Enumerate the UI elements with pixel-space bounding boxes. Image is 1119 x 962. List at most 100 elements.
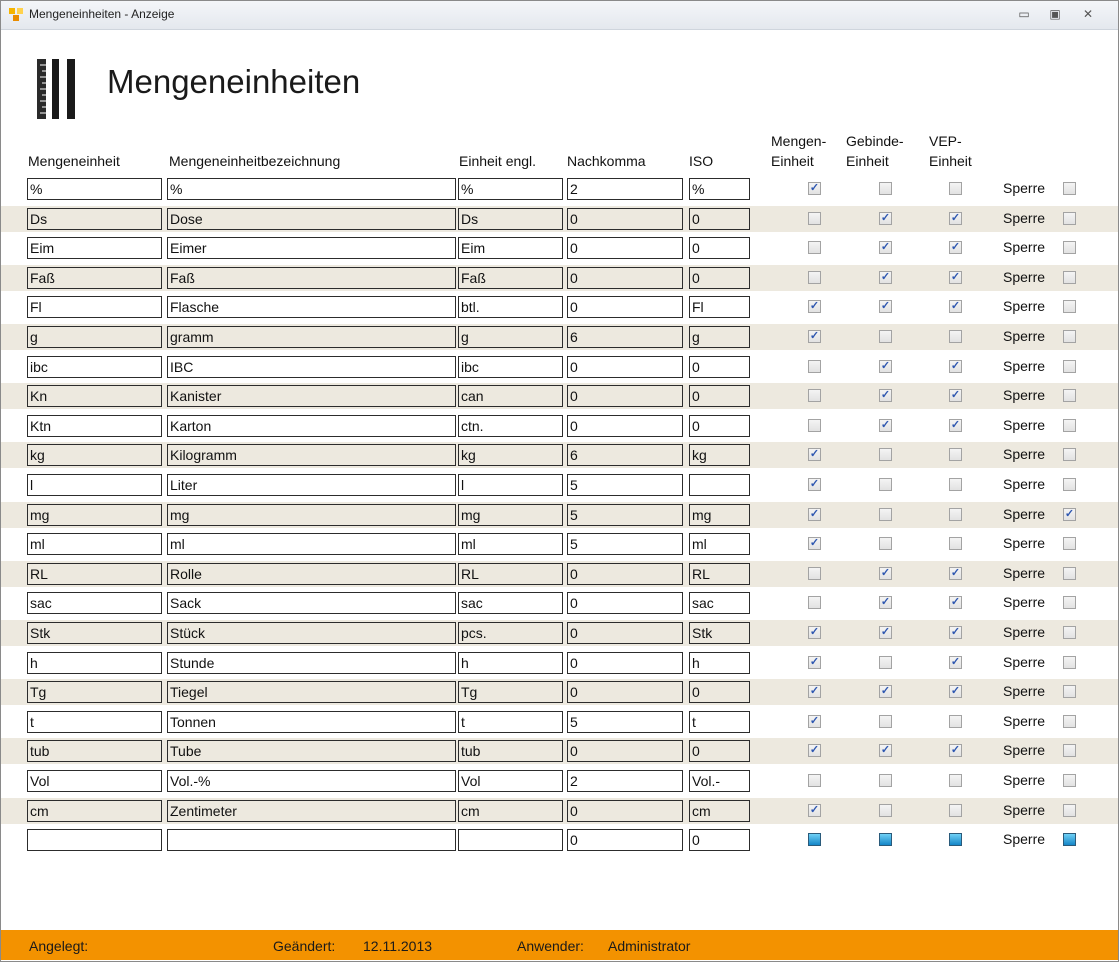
checkbox-vep[interactable] — [949, 182, 962, 195]
checkbox-mengen[interactable]: ✓ — [808, 448, 821, 462]
checkbox-gebinde[interactable]: ✓ — [879, 418, 892, 432]
field-name[interactable]: mg — [167, 503, 456, 526]
field-decimals[interactable]: 0 — [567, 296, 683, 319]
field-name[interactable] — [167, 829, 456, 852]
field-decimals[interactable]: 6 — [567, 444, 683, 467]
checkbox-mengen[interactable] — [808, 833, 821, 847]
field-unit[interactable]: kg — [27, 444, 162, 467]
checkbox-vep[interactable] — [949, 714, 962, 728]
checkbox-sperre[interactable] — [1063, 270, 1076, 284]
field-name[interactable]: ml — [167, 533, 456, 556]
field-iso[interactable]: sac — [689, 592, 750, 615]
field-decimals[interactable]: 0 — [567, 266, 683, 289]
field-unit[interactable]: tub — [27, 740, 162, 763]
field-unit[interactable] — [27, 829, 162, 852]
checkbox-sperre[interactable] — [1063, 359, 1076, 373]
field-unit[interactable]: Tg — [27, 681, 162, 704]
field-english[interactable]: Tg — [458, 681, 563, 704]
field-english[interactable]: ibc — [458, 355, 563, 378]
field-iso[interactable]: 0 — [689, 740, 750, 763]
checkbox-sperre[interactable] — [1063, 596, 1076, 610]
field-english[interactable]: t — [458, 710, 563, 733]
field-unit[interactable]: % — [27, 178, 162, 200]
field-decimals[interactable]: 2 — [567, 178, 683, 200]
field-decimals[interactable]: 0 — [567, 385, 683, 408]
checkbox-gebinde[interactable] — [879, 478, 892, 491]
field-unit[interactable]: t — [27, 710, 162, 733]
field-iso[interactable]: 0 — [689, 414, 750, 437]
checkbox-vep[interactable]: ✓ — [949, 685, 962, 699]
field-unit[interactable]: ml — [27, 533, 162, 556]
field-decimals[interactable]: 0 — [567, 829, 683, 852]
field-english[interactable]: Faß — [458, 266, 563, 289]
field-iso[interactable]: 0 — [689, 385, 750, 408]
field-unit[interactable]: l — [27, 474, 162, 496]
field-unit[interactable]: Vol — [27, 770, 162, 792]
field-name[interactable]: Karton — [167, 414, 456, 437]
field-english[interactable]: Eim — [458, 237, 563, 260]
checkbox-sperre[interactable] — [1063, 300, 1076, 314]
checkbox-mengen[interactable]: ✓ — [808, 182, 821, 195]
checkbox-vep[interactable]: ✓ — [949, 655, 962, 669]
field-name[interactable]: Liter — [167, 474, 456, 496]
field-decimals[interactable]: 0 — [567, 651, 683, 674]
field-unit[interactable]: mg — [27, 503, 162, 526]
field-english[interactable]: btl. — [458, 296, 563, 319]
maximize-icon[interactable]: ▣ — [1042, 4, 1068, 24]
field-unit[interactable]: Faß — [27, 266, 162, 289]
checkbox-gebinde[interactable] — [879, 448, 892, 462]
field-english[interactable]: tub — [458, 740, 563, 763]
checkbox-sperre[interactable] — [1063, 448, 1076, 462]
checkbox-vep[interactable]: ✓ — [949, 566, 962, 580]
checkbox-vep[interactable] — [949, 448, 962, 462]
field-name[interactable]: gramm — [167, 326, 456, 348]
field-decimals[interactable]: 0 — [567, 562, 683, 585]
field-english[interactable]: can — [458, 385, 563, 408]
checkbox-sperre[interactable] — [1063, 744, 1076, 758]
field-english[interactable]: pcs. — [458, 622, 563, 644]
field-iso[interactable]: cm — [689, 799, 750, 822]
field-decimals[interactable]: 6 — [567, 326, 683, 348]
checkbox-gebinde[interactable]: ✓ — [879, 359, 892, 373]
checkbox-sperre[interactable] — [1063, 566, 1076, 580]
checkbox-gebinde[interactable] — [879, 655, 892, 669]
field-unit[interactable]: Stk — [27, 622, 162, 644]
field-decimals[interactable]: 0 — [567, 681, 683, 704]
field-unit[interactable]: RL — [27, 562, 162, 585]
checkbox-mengen[interactable] — [808, 566, 821, 580]
field-unit[interactable]: cm — [27, 799, 162, 822]
field-name[interactable]: Stück — [167, 622, 456, 644]
checkbox-sperre[interactable] — [1063, 714, 1076, 728]
checkbox-gebinde[interactable]: ✓ — [879, 211, 892, 225]
checkbox-sperre[interactable] — [1063, 389, 1076, 403]
checkbox-vep[interactable]: ✓ — [949, 389, 962, 403]
field-iso[interactable]: t — [689, 710, 750, 733]
checkbox-mengen[interactable]: ✓ — [808, 626, 821, 639]
field-name[interactable]: Sack — [167, 592, 456, 615]
checkbox-gebinde[interactable] — [879, 182, 892, 195]
field-name[interactable]: Stunde — [167, 651, 456, 674]
checkbox-vep[interactable] — [949, 774, 962, 787]
checkbox-mengen[interactable]: ✓ — [808, 803, 821, 817]
checkbox-gebinde[interactable] — [879, 714, 892, 728]
checkbox-mengen[interactable] — [808, 211, 821, 225]
checkbox-sperre[interactable] — [1063, 211, 1076, 225]
field-english[interactable] — [458, 829, 563, 852]
field-english[interactable]: sac — [458, 592, 563, 615]
checkbox-mengen[interactable] — [808, 359, 821, 373]
field-iso[interactable]: Stk — [689, 622, 750, 644]
field-name[interactable]: Vol.-% — [167, 770, 456, 792]
checkbox-vep[interactable]: ✓ — [949, 418, 962, 432]
checkbox-mengen[interactable]: ✓ — [808, 744, 821, 758]
field-english[interactable]: h — [458, 651, 563, 674]
field-unit[interactable]: sac — [27, 592, 162, 615]
field-iso[interactable]: 0 — [689, 266, 750, 289]
field-english[interactable]: Ds — [458, 207, 563, 230]
checkbox-mengen[interactable]: ✓ — [808, 537, 821, 551]
field-decimals[interactable]: 5 — [567, 533, 683, 556]
minimize-icon[interactable]: ▭ — [1011, 4, 1037, 24]
field-iso[interactable]: mg — [689, 503, 750, 526]
checkbox-sperre[interactable] — [1063, 833, 1076, 847]
checkbox-gebinde[interactable]: ✓ — [879, 300, 892, 314]
checkbox-gebinde[interactable]: ✓ — [879, 744, 892, 758]
